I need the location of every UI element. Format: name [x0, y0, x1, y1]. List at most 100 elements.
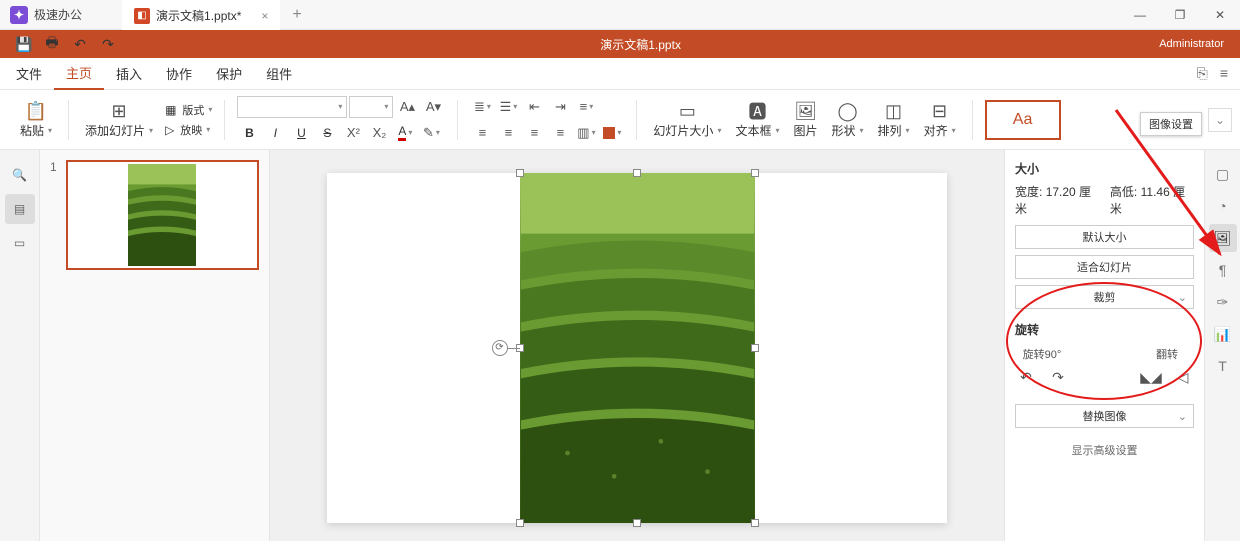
user-name[interactable]: Administrator [1159, 38, 1224, 50]
left-toolbar: 🔍 ▤ ▭ [0, 150, 40, 541]
window-controls: — ❐ ✕ [1120, 0, 1240, 30]
image-settings-tooltip: 图像设置 [1140, 112, 1202, 136]
decrease-font-button[interactable]: A▾ [421, 96, 445, 118]
flip-vertical-button[interactable]: ◁ [1172, 366, 1194, 388]
rotate-right-button[interactable]: ↷ [1047, 366, 1069, 388]
image-settings-icon[interactable]: 🖼 [1209, 224, 1237, 252]
resize-handle-t[interactable] [633, 169, 641, 177]
picture-button[interactable]: 🖼 图片 [789, 98, 821, 141]
superscript-button[interactable]: X² [341, 122, 365, 144]
increase-font-button[interactable]: A▴ [395, 96, 419, 118]
size-section-title: 大小 [1015, 160, 1194, 177]
menu-plugin[interactable]: 组件 [254, 58, 304, 89]
subscript-button[interactable]: X₂ [367, 122, 391, 144]
paste-button[interactable]: 📋 粘贴▾ [16, 98, 56, 141]
indent-inc-button[interactable]: ⇥ [548, 96, 572, 118]
slide-canvas[interactable]: ⟳ [270, 150, 1004, 541]
align-right-button[interactable]: ≡ [522, 122, 546, 144]
close-tab-icon[interactable]: × [261, 9, 268, 23]
highlight-button[interactable]: ✎▾ [419, 122, 443, 144]
align-left-button[interactable]: ≡ [470, 122, 494, 144]
arrange-button[interactable]: ◫ 排列▾ [874, 98, 914, 141]
resize-handle-tl[interactable] [516, 169, 524, 177]
resize-handle-tr[interactable] [751, 169, 759, 177]
ribbon-expand-button[interactable]: ⌄ [1208, 108, 1232, 132]
tea-field-image [520, 173, 755, 523]
numbering-button[interactable]: ☰▾ [496, 96, 520, 118]
close-window-button[interactable]: ✕ [1200, 0, 1240, 30]
search-icon[interactable]: 🔍 [5, 160, 35, 190]
save-icon[interactable]: 💾 [10, 32, 38, 56]
underline-button[interactable]: U [289, 122, 313, 144]
document-tab[interactable]: ◧ 演示文稿1.pptx* × [122, 0, 280, 30]
line-spacing-button[interactable]: ≡▾ [574, 96, 598, 118]
align-button[interactable]: ⊟ 对齐▾ [920, 98, 960, 141]
textbox-button[interactable]: 🅰 文本框▾ [731, 98, 783, 141]
resize-handle-br[interactable] [751, 519, 759, 527]
shape-settings-icon[interactable]: ◔ [1209, 192, 1237, 220]
fill-color-button[interactable]: ▾ [600, 122, 624, 144]
layout-button[interactable]: ▦ 版式▾ [165, 102, 212, 118]
menu-home[interactable]: 主页 [54, 57, 104, 90]
add-slide-button[interactable]: ⊞ 添加幻灯片▾ [81, 98, 157, 141]
shape-button[interactable]: ◯ 形状▾ [828, 98, 868, 141]
workspace: 🔍 ▤ ▭ 1 [0, 150, 1240, 541]
add-tab-button[interactable]: + [280, 6, 313, 24]
replace-image-button[interactable]: 替换图像 [1015, 404, 1194, 428]
resize-handle-r[interactable] [751, 344, 759, 352]
menu-collab[interactable]: 协作 [154, 58, 204, 89]
slide-settings-icon[interactable]: ▢ [1209, 160, 1237, 188]
window-title: 演示文稿1.pptx [122, 36, 1159, 53]
table-settings-icon[interactable]: T [1209, 352, 1237, 380]
open-file-icon[interactable]: ⎘ [1197, 65, 1208, 82]
play-icon: ▷ [165, 123, 174, 137]
font-color-button[interactable]: A▾ [393, 122, 417, 144]
resize-handle-b[interactable] [633, 519, 641, 527]
slide-thumbnail-1[interactable] [66, 160, 259, 270]
minimize-button[interactable]: — [1120, 0, 1160, 30]
maximize-button[interactable]: ❐ [1160, 0, 1200, 30]
show-advanced-link[interactable]: 显示高级设置 [1015, 442, 1194, 458]
bold-button[interactable]: B [237, 122, 261, 144]
quick-access-bar: 💾 🖶 ↶ ↷ 演示文稿1.pptx Administrator [0, 30, 1240, 58]
menu-more-icon[interactable]: ≡ [1220, 65, 1228, 82]
align-justify-button[interactable]: ≡ [548, 122, 572, 144]
rotate-left-button[interactable]: ↶ [1015, 366, 1037, 388]
font-family-select[interactable]: ▾ [237, 96, 347, 118]
rotate-handle[interactable]: ⟳ [492, 340, 508, 356]
theme-box[interactable]: Aa [985, 100, 1061, 140]
app-name: 极速办公 [34, 6, 82, 23]
columns-button[interactable]: ▥▾ [574, 122, 598, 144]
flip-horizontal-button[interactable]: ◣◢ [1140, 366, 1162, 388]
thumbnails-icon[interactable]: ▤ [5, 194, 35, 224]
undo-icon[interactable]: ↶ [66, 32, 94, 56]
thumbnails-panel: 1 [40, 150, 270, 541]
paragraph-settings-icon[interactable]: ¶ [1209, 256, 1237, 284]
bullets-button[interactable]: ≣▾ [470, 96, 494, 118]
redo-icon[interactable]: ↷ [94, 32, 122, 56]
font-size-select[interactable]: ▾ [349, 96, 393, 118]
menu-protect[interactable]: 保护 [204, 58, 254, 89]
default-size-button[interactable]: 默认大小 [1015, 225, 1194, 249]
italic-button[interactable]: I [263, 122, 287, 144]
resize-handle-bl[interactable] [516, 519, 524, 527]
text-art-icon[interactable]: ✑ [1209, 288, 1237, 316]
print-icon[interactable]: 🖶 [38, 32, 66, 56]
selected-image[interactable]: ⟳ [520, 173, 755, 523]
fit-slide-button[interactable]: 适合幻灯片 [1015, 255, 1194, 279]
rotate-section-title: 旋转 [1015, 321, 1194, 338]
comments-icon[interactable]: ▭ [5, 228, 35, 258]
align-center-button[interactable]: ≡ [496, 122, 520, 144]
strike-button[interactable]: S [315, 122, 339, 144]
crop-button[interactable]: 裁剪 [1015, 285, 1194, 309]
thumb-image [128, 164, 196, 266]
menu-file[interactable]: 文件 [4, 58, 54, 89]
play-button[interactable]: ▷ 放映▾ [165, 122, 212, 138]
image-settings-panel: 大小 宽度: 17.20 厘米 高低: 11.46 厘米 默认大小 适合幻灯片 … [1004, 150, 1204, 541]
chart-settings-icon[interactable]: 📊 [1209, 320, 1237, 348]
align-icon: ⊟ [932, 100, 947, 122]
arrange-icon: ◫ [885, 100, 902, 122]
slide-size-button[interactable]: ▭ 幻灯片大小▾ [649, 98, 725, 141]
indent-dec-button[interactable]: ⇤ [522, 96, 546, 118]
menu-insert[interactable]: 插入 [104, 58, 154, 89]
